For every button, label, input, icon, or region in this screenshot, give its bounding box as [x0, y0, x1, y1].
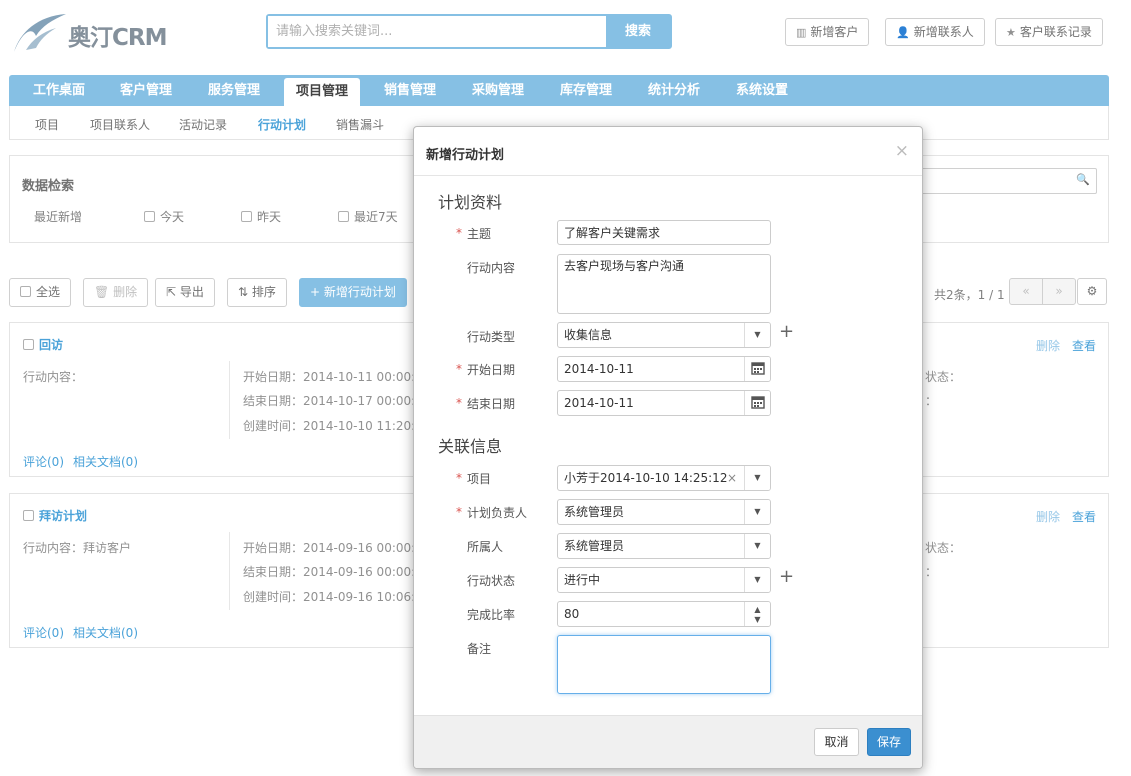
required-mark: *	[456, 362, 462, 376]
end-date-value: 2014-10-11	[564, 396, 634, 410]
belongs-label: 所属人	[467, 540, 504, 554]
calendar-icon[interactable]	[744, 357, 770, 381]
required-mark: *	[456, 226, 462, 240]
type-label: 行动类型	[467, 330, 516, 344]
end-date-input[interactable]: 2014-10-11	[557, 390, 771, 416]
close-icon[interactable]: ×	[895, 141, 909, 161]
remark-label: 备注	[467, 642, 492, 656]
start-date-value: 2014-10-11	[564, 362, 634, 376]
project-select-value: 小芳于2014-10-10 14:25:12创建	[564, 471, 728, 485]
chevron-down-icon: ▼	[744, 466, 770, 490]
status-select[interactable]: 进行中 ▼	[557, 567, 771, 593]
belongs-select-value: 系统管理员	[564, 539, 625, 553]
content-label: 行动内容	[467, 261, 516, 275]
dialog-title: 新增行动计划	[426, 148, 505, 163]
required-mark: *	[456, 505, 462, 519]
type-select-value: 收集信息	[564, 328, 613, 342]
rate-stepper[interactable]: 80 ▲ ▼	[557, 601, 771, 627]
belongs-select[interactable]: 系统管理员 ▼	[557, 533, 771, 559]
subject-input[interactable]: 了解客户关键需求	[557, 220, 771, 245]
type-select[interactable]: 收集信息 ▼	[557, 322, 771, 348]
add-type-icon[interactable]: +	[779, 321, 794, 342]
rate-label: 完成比率	[467, 608, 516, 622]
content-textarea[interactable]: 去客户现场与客户沟通	[557, 254, 771, 314]
start-date-label: 开始日期	[467, 363, 516, 377]
subject-label: 主题	[467, 227, 492, 241]
owner-label: 计划负责人	[467, 506, 528, 520]
status-select-value: 进行中	[564, 573, 601, 587]
chevron-down-icon: ▼	[744, 323, 770, 347]
chevron-down-icon: ▼	[744, 568, 770, 592]
clear-icon[interactable]: ×	[727, 466, 737, 490]
cancel-button[interactable]: 取消	[814, 728, 859, 756]
dialog-footer: 取消 保存	[414, 715, 922, 768]
project-label: 项目	[467, 472, 492, 486]
chevron-down-icon: ▼	[744, 534, 770, 558]
add-status-icon[interactable]: +	[779, 566, 794, 587]
rate-value: 80	[564, 607, 580, 621]
required-mark: *	[456, 396, 462, 410]
start-date-input[interactable]: 2014-10-11	[557, 356, 771, 382]
section-plan-info: 计划资料	[438, 193, 503, 212]
owner-select-value: 系统管理员	[564, 505, 625, 519]
stepper-arrows-icon[interactable]: ▲ ▼	[744, 602, 770, 626]
status-label: 行动状态	[467, 574, 516, 588]
save-button[interactable]: 保存	[867, 728, 911, 756]
owner-select[interactable]: 系统管理员 ▼	[557, 499, 771, 525]
calendar-icon[interactable]	[744, 391, 770, 415]
dialog-header: 新增行动计划 ×	[414, 127, 922, 176]
project-select[interactable]: 小芳于2014-10-10 14:25:12创建 × ▼	[557, 465, 771, 491]
required-mark: *	[456, 471, 462, 485]
section-related-info: 关联信息	[438, 437, 503, 456]
remark-textarea[interactable]	[557, 635, 771, 694]
add-action-plan-dialog: 新增行动计划 × 计划资料 * 主题 了解客户关键需求 行动内容 去客户现场与客…	[413, 126, 923, 769]
chevron-down-icon: ▼	[744, 500, 770, 524]
end-date-label: 结束日期	[467, 397, 516, 411]
